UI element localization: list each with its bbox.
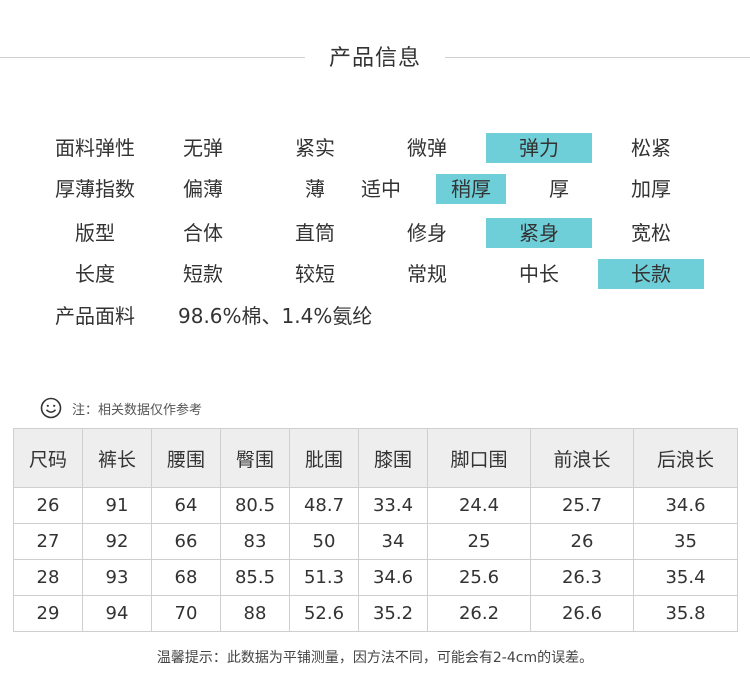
table-cell: 26 bbox=[530, 523, 634, 560]
table-cell: 28 bbox=[13, 559, 83, 596]
title-divider-right bbox=[445, 57, 750, 58]
table-cell: 35 bbox=[633, 523, 738, 560]
table-cell: 51.3 bbox=[289, 559, 359, 596]
table-cell: 25 bbox=[427, 523, 531, 560]
table-cell: 91 bbox=[82, 487, 152, 524]
column-header: 前浪长 bbox=[530, 428, 634, 488]
table-cell: 80.5 bbox=[220, 487, 290, 524]
table-cell: 33.4 bbox=[358, 487, 428, 524]
table-cell: 35.4 bbox=[633, 559, 738, 596]
attr-option: 短款 bbox=[183, 262, 223, 286]
attr-option: 厚 bbox=[549, 177, 569, 201]
section-title: 产品信息 bbox=[328, 46, 421, 71]
table-cell: 24.4 bbox=[427, 487, 531, 524]
table-cell: 25.7 bbox=[530, 487, 634, 524]
attr-label: 版型 bbox=[75, 221, 115, 245]
table-cell: 26.6 bbox=[530, 595, 634, 632]
note-text: 注：相关数据仅作参考 bbox=[72, 403, 203, 418]
table-cell: 64 bbox=[151, 487, 221, 524]
attr-option-selected: 稍厚 bbox=[436, 174, 506, 204]
column-header: 肶围 bbox=[289, 428, 359, 488]
attr-option: 偏薄 bbox=[183, 177, 223, 201]
table-row: 27 92 66 83 50 34 25 26 35 bbox=[13, 523, 738, 560]
attr-option: 宽松 bbox=[631, 221, 671, 245]
table-row: 26 91 64 80.5 48.7 33.4 24.4 25.7 34.6 bbox=[13, 487, 738, 524]
attr-option: 修身 bbox=[407, 221, 447, 245]
smiley-icon bbox=[40, 397, 62, 419]
fabric-value: 98.6%棉、1.4%氨纶 bbox=[178, 304, 373, 328]
title-divider-left bbox=[0, 57, 305, 58]
table-cell: 94 bbox=[82, 595, 152, 632]
column-header: 臀围 bbox=[220, 428, 290, 488]
table-cell: 50 bbox=[289, 523, 359, 560]
footer-tip: 温馨提示：此数据为平铺测量，因方法不同，可能会有2-4cm的误差。 bbox=[156, 650, 594, 666]
table-cell: 26 bbox=[13, 487, 83, 524]
table-cell: 85.5 bbox=[220, 559, 290, 596]
attr-option: 常规 bbox=[407, 262, 447, 286]
attr-option: 直筒 bbox=[295, 221, 335, 245]
attr-option: 合体 bbox=[183, 221, 223, 245]
table-row: 28 93 68 85.5 51.3 34.6 25.6 26.3 35.4 bbox=[13, 559, 738, 596]
attr-option: 加厚 bbox=[631, 177, 671, 201]
attr-option: 较短 bbox=[295, 262, 335, 286]
table-cell: 34 bbox=[358, 523, 428, 560]
table-cell: 48.7 bbox=[289, 487, 359, 524]
attr-option-selected: 长款 bbox=[598, 259, 704, 289]
table-cell: 26.2 bbox=[427, 595, 531, 632]
table-cell: 93 bbox=[82, 559, 152, 596]
table-cell: 34.6 bbox=[358, 559, 428, 596]
attr-label: 长度 bbox=[75, 262, 115, 286]
table-header-row: 尺码 裤长 腰围 臀围 肶围 膝围 脚口围 前浪长 后浪长 bbox=[13, 428, 738, 488]
table-cell: 34.6 bbox=[633, 487, 738, 524]
column-header: 尺码 bbox=[13, 428, 83, 488]
table-cell: 88 bbox=[220, 595, 290, 632]
attr-option: 松紧 bbox=[631, 136, 671, 160]
attr-option: 中长 bbox=[519, 262, 559, 286]
table-cell: 35.8 bbox=[633, 595, 738, 632]
column-header: 脚口围 bbox=[427, 428, 531, 488]
table-cell: 66 bbox=[151, 523, 221, 560]
table-cell: 92 bbox=[82, 523, 152, 560]
attr-option-selected: 紧身 bbox=[486, 218, 592, 248]
column-header: 腰围 bbox=[151, 428, 221, 488]
attr-label: 厚薄指数 bbox=[55, 177, 135, 201]
size-table: 尺码 裤长 腰围 臀围 肶围 膝围 脚口围 前浪长 后浪长 26 91 64 80.5 48.7 33.4… bbox=[13, 428, 738, 632]
table-cell: 70 bbox=[151, 595, 221, 632]
table-body: 26 91 64 80.5 48.7 33.4 24.4 25.7 34.6 27 92 66 83 50… bbox=[13, 487, 738, 632]
table-cell: 35.2 bbox=[358, 595, 428, 632]
table-cell: 83 bbox=[220, 523, 290, 560]
table-cell: 52.6 bbox=[289, 595, 359, 632]
table-cell: 27 bbox=[13, 523, 83, 560]
fabric-label: 产品面料 bbox=[55, 304, 135, 328]
column-header: 裤长 bbox=[82, 428, 152, 488]
attr-option-selected: 弹力 bbox=[486, 133, 592, 163]
column-header: 后浪长 bbox=[633, 428, 738, 488]
column-header: 膝围 bbox=[358, 428, 428, 488]
attr-label: 面料弹性 bbox=[55, 136, 135, 160]
table-row: 29 94 70 88 52.6 35.2 26.2 26.6 35.8 bbox=[13, 595, 738, 632]
attr-option: 适中 bbox=[361, 177, 401, 201]
attr-option: 紧实 bbox=[295, 136, 335, 160]
table-cell: 68 bbox=[151, 559, 221, 596]
table-cell: 26.3 bbox=[530, 559, 634, 596]
attr-option: 无弹 bbox=[183, 136, 223, 160]
attr-option: 微弹 bbox=[407, 136, 447, 160]
table-cell: 25.6 bbox=[427, 559, 531, 596]
table-cell: 29 bbox=[13, 595, 83, 632]
